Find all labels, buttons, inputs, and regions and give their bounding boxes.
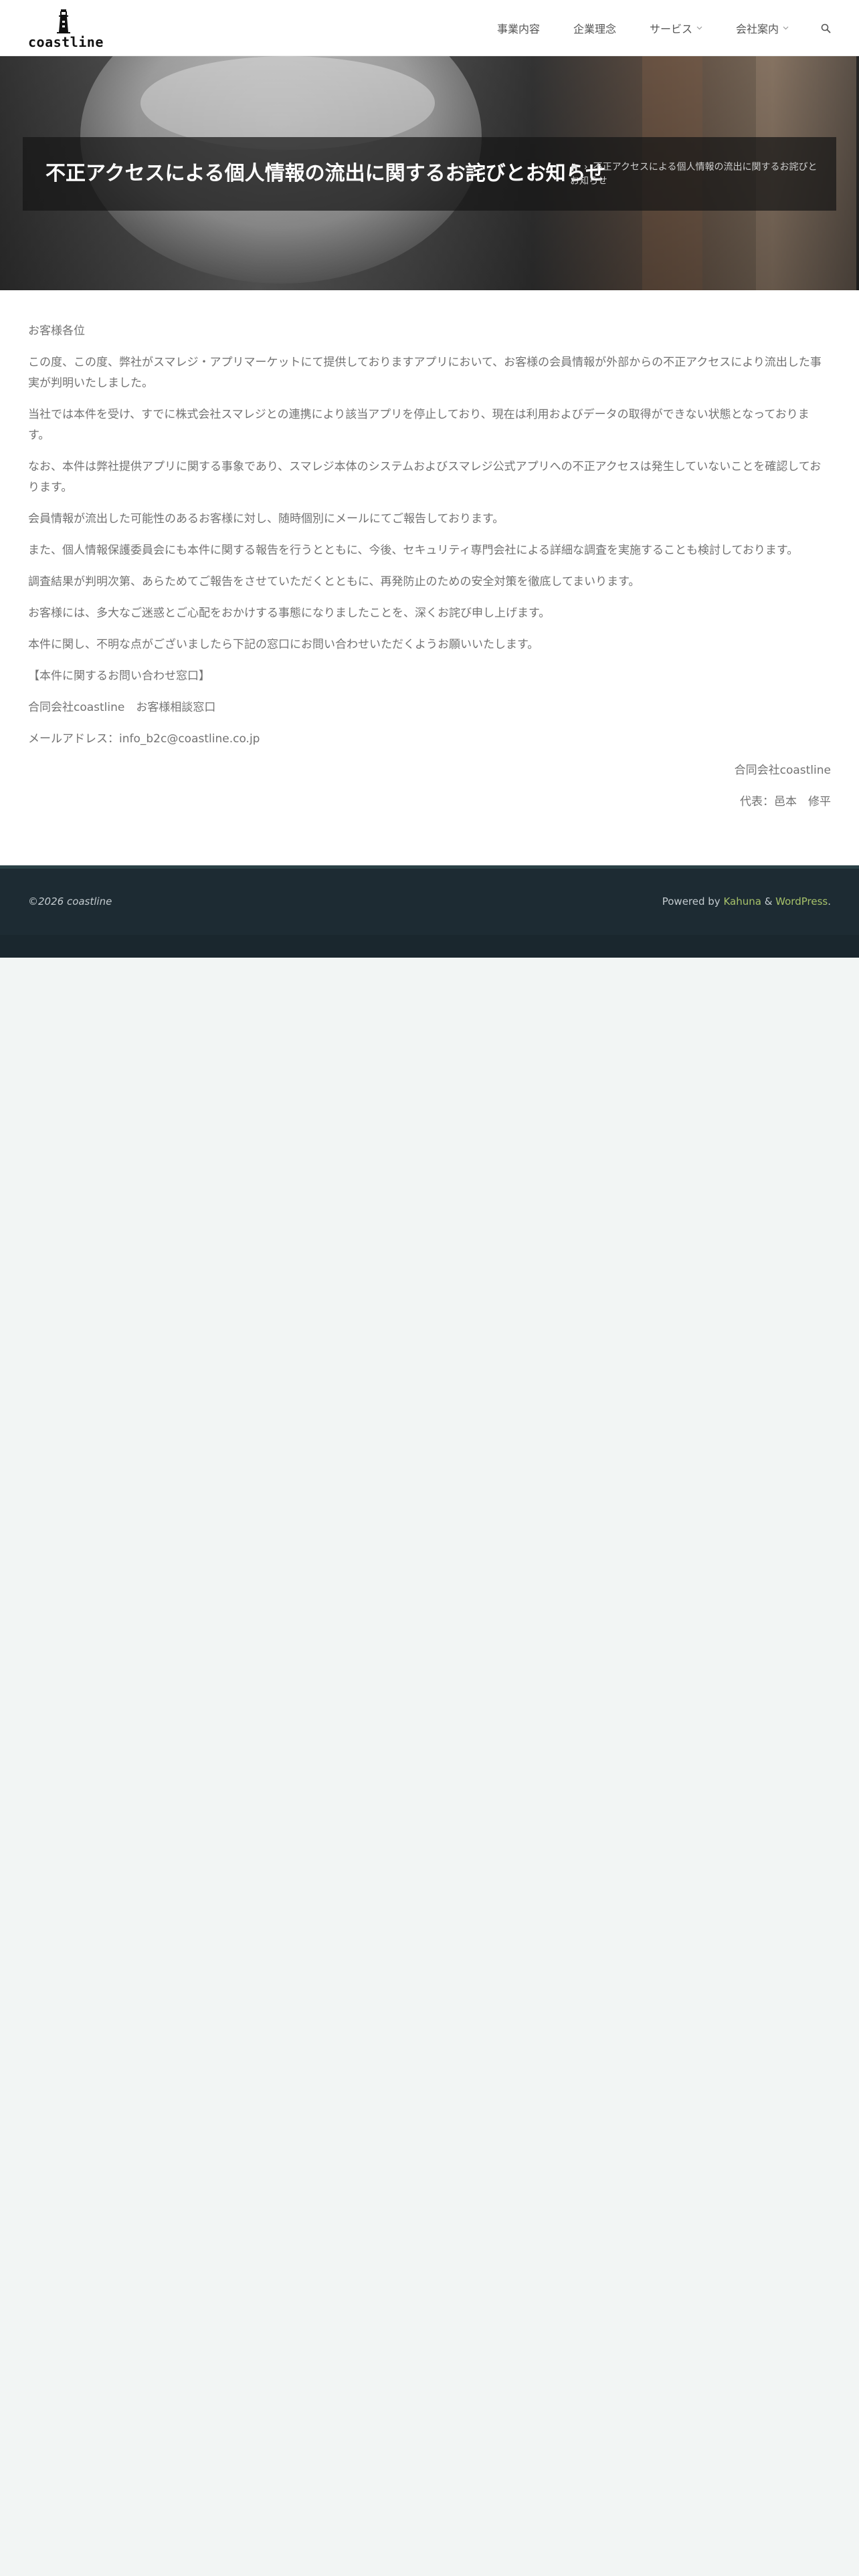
wordpress-link[interactable]: WordPress <box>775 895 828 907</box>
main-content: お客様各位 この度、この度、弊社がスマレジ・アプリマーケットにて提供しております… <box>0 290 859 865</box>
nav-item-business[interactable]: 事業内容 <box>497 20 540 36</box>
contact-heading: 【本件に関するお問い合わせ窓口】 <box>28 669 210 683</box>
footer-bottom-bar <box>0 935 859 958</box>
signature-company: 合同会社coastline <box>734 764 831 777</box>
chevron-down-icon <box>696 26 702 30</box>
nav-item-label: 事業内容 <box>496 23 540 35</box>
signature-representative: 代表：邑本 修平 <box>740 795 831 809</box>
footer-credit: Powered by Kahuna & WordPress. <box>662 895 831 907</box>
main-nav: 事業内容 企業理念 サービス 会社案内 <box>464 0 831 56</box>
site-footer: ©2026 coastline Powered by Kahuna & Word… <box>0 865 859 958</box>
kahuna-link[interactable]: Kahuna <box>723 895 761 907</box>
article-body: お客様各位 この度、この度、弊社がスマレジ・アプリマーケットにて提供しております… <box>28 321 831 823</box>
nav-item-services[interactable]: サービス <box>650 20 702 36</box>
contact-department: 合同会社coastline お客様相談窓口 <box>28 701 216 714</box>
contact-email: メールアドレス：info_b2c@coastline.co.jp <box>28 732 260 746</box>
paragraph: この度、この度、弊社がスマレジ・アプリマーケットにて提供しておりますアプリにおい… <box>28 356 822 390</box>
paragraph: また、個人情報保護委員会にも本件に関する報告を行うとともに、今後、セキュリティ専… <box>28 544 799 557</box>
page-title: 不正アクセスによる個人情報の流出に関するお詫びとお知らせ <box>45 162 605 185</box>
hero-title-bar: 不正アクセスによる個人情報の流出に関するお詫びとお知らせ › 不正アクセスによる個… <box>23 137 836 211</box>
paragraph: 当社では本件を受け、すでに株式会社スマレジとの連携により該当アプリを停止しており… <box>28 408 809 442</box>
search-button[interactable] <box>821 23 831 33</box>
paragraph: 調査結果が判明次第、あらためてご報告をさせていただくとともに、再発防止のための安… <box>28 575 640 588</box>
lighthouse-icon <box>57 9 70 33</box>
home-icon[interactable] <box>570 163 579 175</box>
nav-item-philosophy[interactable]: 企業理念 <box>573 20 616 36</box>
breadcrumb: › 不正アクセスによる個人情報の流出に関するお詫びとお知らせ <box>570 161 824 188</box>
search-icon <box>821 23 831 33</box>
powered-by-text: Powered by <box>662 895 724 907</box>
breadcrumb-current: 不正アクセスによる個人情報の流出に関するお詫びとお知らせ <box>570 162 818 187</box>
site-logo[interactable]: coastline <box>28 9 104 50</box>
nav-item-label: 企業理念 <box>573 23 616 35</box>
breadcrumb-separator: › <box>584 162 588 173</box>
nav-item-label: サービス <box>649 23 692 35</box>
paragraph: お客様には、多大なご迷惑とご心配をおかけする事態になりましたことを、深くお詫び申… <box>28 607 551 620</box>
hero-banner: 不正アクセスによる個人情報の流出に関するお詫びとお知らせ › 不正アクセスによる個… <box>0 56 859 290</box>
paragraph-salutation: お客様各位 <box>28 324 85 338</box>
footer-copyright: ©2026 coastline <box>28 895 112 907</box>
nav-item-company[interactable]: 会社案内 <box>736 20 789 36</box>
amp-text: & <box>761 895 776 907</box>
chevron-down-icon <box>783 26 789 30</box>
period-text: . <box>828 895 831 907</box>
paragraph: 本件に関し、不明な点がございましたら下記の窓口にお問い合わせいただくようお願いい… <box>28 638 539 651</box>
paragraph: 会員情報が流出した可能性のあるお客様に対し、随時個別にメールにてご報告しておりま… <box>28 512 504 526</box>
nav-item-label: 会社案内 <box>735 23 779 35</box>
paragraph: なお、本件は弊社提供アプリに関する事象であり、スマレジ本体のシステムおよびスマレ… <box>28 460 822 494</box>
site-header: coastline 事業内容 企業理念 サービス 会社案内 <box>0 0 859 56</box>
logo-text: coastline <box>28 34 104 50</box>
